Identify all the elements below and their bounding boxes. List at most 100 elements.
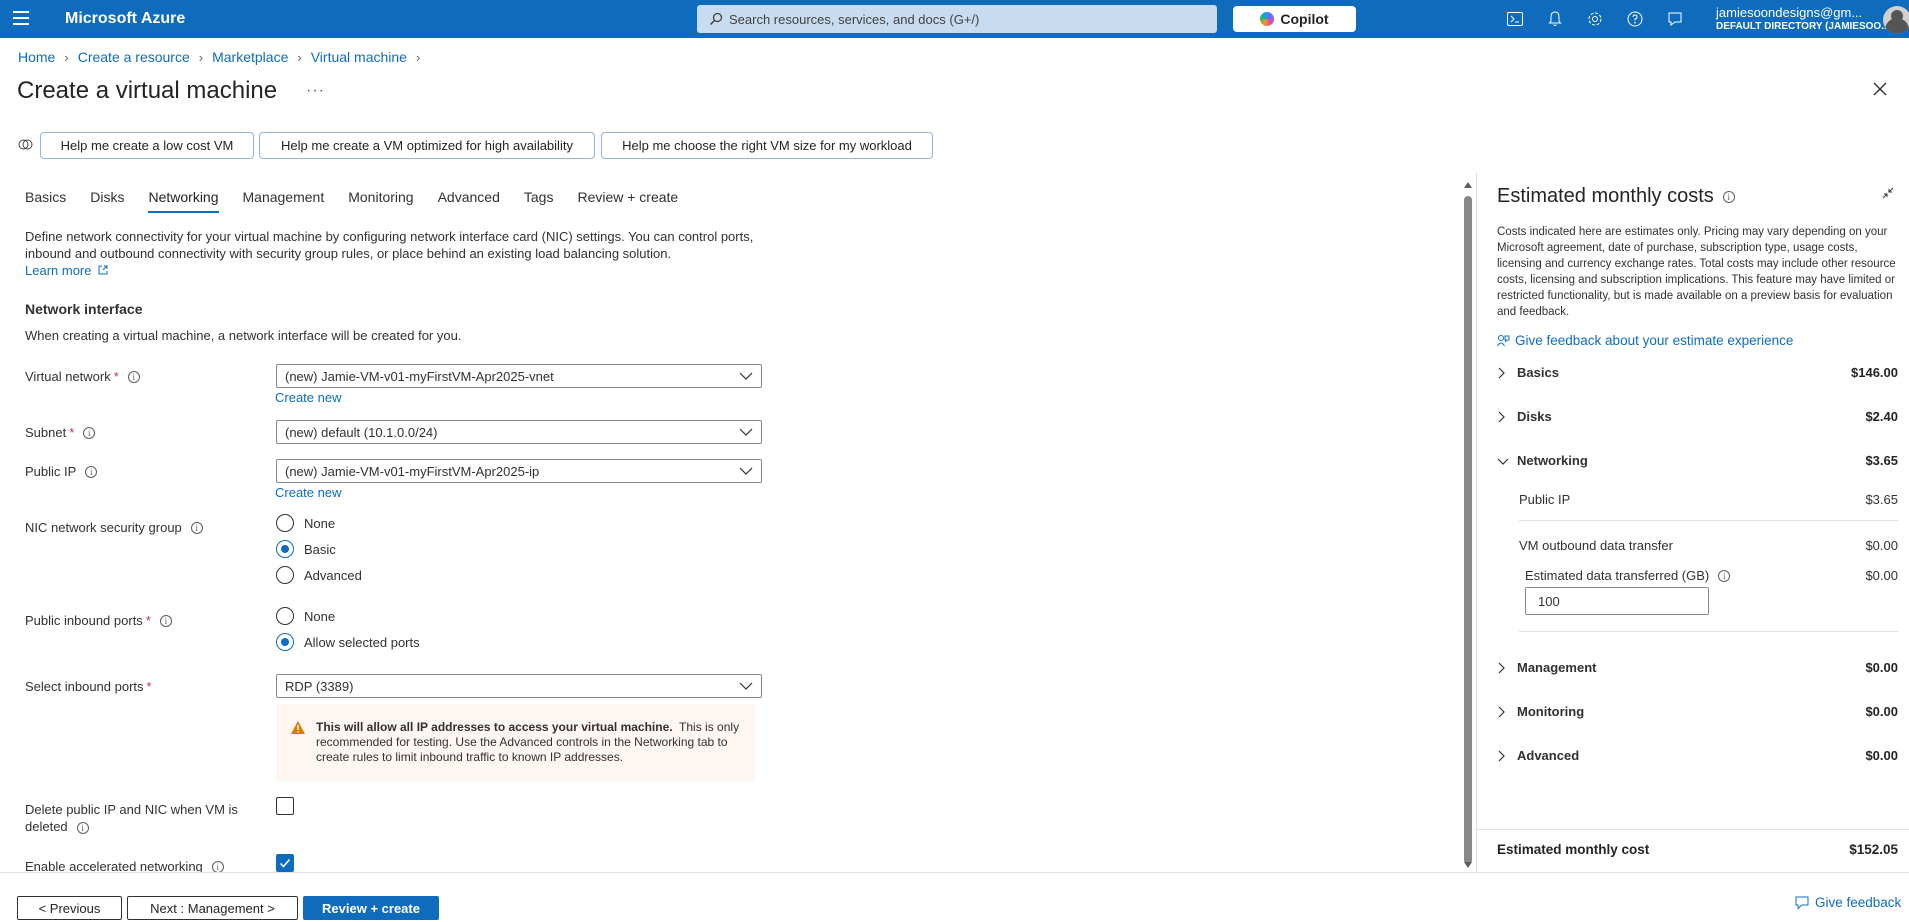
more-options-icon[interactable]: ··· bbox=[306, 82, 325, 100]
copilot-button[interactable]: Copilot bbox=[1233, 6, 1356, 32]
learn-more-label: Learn more bbox=[25, 263, 92, 278]
next-management-button[interactable]: Next : Management > bbox=[127, 896, 298, 920]
chevron-right-icon bbox=[1497, 750, 1517, 762]
warning-icon bbox=[291, 721, 305, 734]
inbound-ports-radio-allow-selected[interactable]: Allow selected ports bbox=[276, 633, 420, 651]
chevron-right-icon bbox=[1497, 367, 1517, 379]
tab-basics[interactable]: Basics bbox=[25, 189, 66, 213]
review-create-button[interactable]: Review + create bbox=[303, 896, 439, 920]
account-name: jamiesoondesigns@gm... bbox=[1716, 5, 1863, 20]
public-ip-dropdown[interactable]: (new) Jamie-VM-v01-myFirstVM-Apr2025-ip bbox=[276, 459, 762, 483]
networking-description: Define network connectivity for your vir… bbox=[25, 229, 754, 261]
info-icon[interactable]: i bbox=[1718, 569, 1731, 582]
info-icon[interactable]: i bbox=[127, 370, 140, 383]
notifications-bell-icon[interactable] bbox=[1545, 9, 1565, 29]
accelerated-networking-checkbox[interactable] bbox=[276, 854, 294, 872]
cost-sub-amount: $3.65 bbox=[1865, 492, 1898, 507]
info-icon[interactable]: i bbox=[76, 822, 89, 834]
divider bbox=[1477, 829, 1909, 830]
chevron-down-icon bbox=[1497, 457, 1517, 465]
copilot-icon bbox=[1260, 12, 1275, 26]
create-new-vnet-link[interactable]: Create new bbox=[275, 390, 341, 405]
settings-gear-icon[interactable] bbox=[1585, 9, 1605, 29]
help-question-icon[interactable] bbox=[1625, 9, 1645, 29]
info-icon[interactable]: i bbox=[85, 465, 98, 478]
hamburger-menu-icon[interactable] bbox=[13, 11, 29, 25]
tab-tags[interactable]: Tags bbox=[524, 189, 554, 213]
give-feedback-link[interactable]: Give feedback bbox=[1795, 895, 1901, 910]
required-marker: * bbox=[145, 613, 151, 628]
cost-disclaimer: Costs indicated here are estimates only.… bbox=[1497, 226, 1896, 318]
estimated-data-input[interactable]: 100 bbox=[1525, 587, 1709, 615]
nic-nsg-radio-advanced[interactable]: Advanced bbox=[276, 566, 362, 584]
public-inbound-ports-label: Public inbound ports * i bbox=[25, 613, 172, 628]
divider bbox=[1519, 631, 1898, 632]
portal-brand[interactable]: Microsoft Azure bbox=[65, 10, 185, 28]
radio-circle-selected bbox=[276, 633, 294, 651]
cost-row-amount: $2.40 bbox=[1865, 409, 1898, 424]
breadcrumb-home[interactable]: Home bbox=[18, 49, 55, 65]
suggestion-low-cost-vm-button[interactable]: Help me create a low cost VM bbox=[40, 132, 254, 159]
scrollbar-thumb[interactable] bbox=[1464, 196, 1472, 864]
collapse-panel-icon[interactable] bbox=[1882, 187, 1894, 202]
cost-row-management[interactable]: Management $0.00 bbox=[1497, 660, 1898, 675]
page-title: Create a virtual machine bbox=[17, 77, 278, 104]
inbound-ports-radio-none[interactable]: None bbox=[276, 607, 335, 625]
delete-public-ip-checkbox[interactable] bbox=[276, 797, 294, 815]
info-icon[interactable]: i bbox=[83, 426, 96, 439]
select-inbound-ports-dropdown[interactable]: RDP (3389) bbox=[276, 674, 762, 698]
subnet-label-text: Subnet bbox=[25, 425, 67, 440]
account-menu[interactable]: jamiesoondesigns@gm... DEFAULT DIRECTORY… bbox=[1716, 5, 1890, 32]
suggestion-high-availability-button[interactable]: Help me create a VM optimized for high a… bbox=[259, 132, 595, 159]
cost-row-advanced[interactable]: Advanced $0.00 bbox=[1497, 748, 1898, 763]
select-inbound-ports-value: RDP (3389) bbox=[285, 678, 354, 694]
info-icon[interactable]: i bbox=[1722, 190, 1735, 203]
required-marker: * bbox=[69, 425, 75, 440]
estimate-feedback-label: Give feedback about your estimate experi… bbox=[1515, 333, 1794, 348]
chevron-down-icon bbox=[739, 467, 753, 475]
tab-disks[interactable]: Disks bbox=[90, 189, 124, 213]
chevron-right-icon bbox=[1497, 706, 1517, 718]
subnet-dropdown[interactable]: (new) default (10.1.0.0/24) bbox=[276, 420, 762, 444]
scroll-up-arrow-icon[interactable] bbox=[1464, 182, 1472, 188]
total-label: Estimated monthly cost bbox=[1497, 842, 1650, 857]
main-scrollbar[interactable] bbox=[1462, 180, 1474, 872]
estimate-feedback-link[interactable]: Give feedback about your estimate experi… bbox=[1497, 333, 1793, 348]
previous-button[interactable]: < Previous bbox=[17, 896, 122, 920]
network-interface-heading: Network interface bbox=[25, 301, 143, 317]
scroll-down-arrow-icon[interactable] bbox=[1464, 862, 1472, 868]
chevron-right-icon: › bbox=[64, 49, 69, 65]
cost-row-basics[interactable]: Basics $146.00 bbox=[1497, 365, 1898, 380]
tab-monitoring[interactable]: Monitoring bbox=[348, 189, 413, 213]
cost-row-disks[interactable]: Disks $2.40 bbox=[1497, 409, 1898, 424]
tab-review-create[interactable]: Review + create bbox=[577, 189, 678, 213]
info-icon[interactable]: i bbox=[190, 521, 203, 534]
nic-nsg-radio-none[interactable]: None bbox=[276, 514, 335, 532]
close-icon[interactable] bbox=[1872, 81, 1890, 99]
virtual-network-dropdown[interactable]: (new) Jamie-VM-v01-myFirstVM-Apr2025-vne… bbox=[276, 364, 762, 388]
breadcrumb-marketplace[interactable]: Marketplace bbox=[212, 49, 288, 65]
tab-networking[interactable]: Networking bbox=[148, 189, 219, 213]
cost-row-amount: $3.65 bbox=[1865, 453, 1898, 468]
avatar[interactable] bbox=[1883, 6, 1909, 34]
suggestion-vm-size-button[interactable]: Help me choose the right VM size for my … bbox=[601, 132, 933, 159]
breadcrumb-create-resource[interactable]: Create a resource bbox=[78, 49, 190, 65]
info-icon[interactable]: i bbox=[211, 860, 224, 873]
cost-row-amount: $0.00 bbox=[1865, 748, 1898, 763]
cost-row-networking[interactable]: Networking $3.65 bbox=[1497, 453, 1898, 468]
cost-row-monitoring[interactable]: Monitoring $0.00 bbox=[1497, 704, 1898, 719]
search-icon bbox=[710, 12, 723, 25]
create-new-public-ip-link[interactable]: Create new bbox=[275, 485, 341, 500]
chevron-right-icon bbox=[1497, 662, 1517, 674]
nic-nsg-radio-basic[interactable]: Basic bbox=[276, 540, 336, 558]
tab-management[interactable]: Management bbox=[243, 189, 325, 213]
info-icon[interactable]: i bbox=[159, 614, 172, 627]
chevron-down-icon bbox=[739, 372, 753, 380]
learn-more-link[interactable]: Learn more bbox=[25, 263, 108, 278]
cloud-shell-icon[interactable] bbox=[1505, 9, 1525, 29]
feedback-icon[interactable] bbox=[1665, 9, 1685, 29]
public-inbound-ports-label-text: Public inbound ports bbox=[25, 613, 143, 628]
breadcrumb-virtual-machine[interactable]: Virtual machine bbox=[311, 49, 407, 65]
tab-advanced[interactable]: Advanced bbox=[438, 189, 500, 213]
global-search-input[interactable]: Search resources, services, and docs (G+… bbox=[697, 5, 1217, 33]
